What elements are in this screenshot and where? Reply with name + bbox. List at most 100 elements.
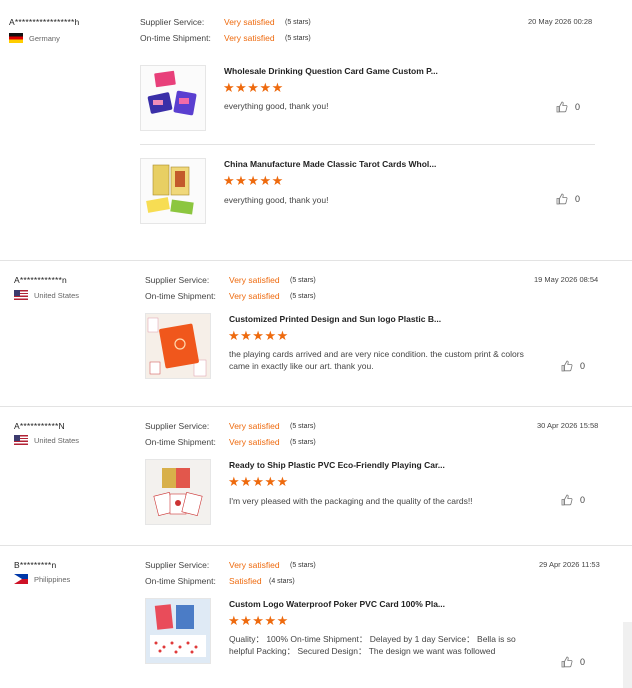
philippines-flag-icon: [14, 574, 28, 584]
review-comment: everything good, thank you!: [224, 195, 329, 205]
supplier-service-value: Very satisfied: [224, 17, 275, 27]
shipment-stars: (5 stars): [290, 438, 316, 446]
review-date: 20 May 2026 00:28: [528, 17, 593, 26]
review-comment: I'm very pleased with the packaging and …: [229, 496, 473, 506]
product-star-rating: ★★★★★: [228, 328, 289, 343]
review-comment: everything good, thank you!: [224, 101, 329, 111]
product-title[interactable]: China Manufacture Made Classic Tarot Car…: [224, 159, 436, 169]
buyer-name: B*********n: [14, 560, 57, 570]
buyer-country: Germany: [9, 33, 60, 43]
reviewed-product: Ready to Ship Plastic PVC Eco-Friendly P…: [145, 459, 605, 525]
like-count: 0: [580, 495, 586, 505]
like-count: 0: [575, 194, 581, 204]
product-star-rating: ★★★★★: [228, 474, 289, 489]
shipment-rating: On-time Shipment: Very satisfied (5 star…: [145, 437, 316, 447]
thumbs-up-icon: [561, 360, 573, 372]
like-count: 0: [580, 361, 586, 371]
reviewed-product: China Manufacture Made Classic Tarot Car…: [140, 158, 600, 224]
buyer-name: A*****************h: [9, 17, 80, 27]
supplier-service-rating: Supplier Service: Very satisfied (5 star…: [145, 421, 316, 431]
tarot-cards-image: [141, 159, 205, 223]
product-title[interactable]: Wholesale Drinking Question Card Game Cu…: [224, 66, 438, 76]
shipment-label: On-time Shipment:: [145, 291, 216, 301]
buyer-name: A***********N: [14, 421, 65, 431]
supplier-service-label: Supplier Service:: [145, 560, 210, 570]
product-star-rating: ★★★★★: [223, 173, 284, 188]
thumbs-up-icon: [556, 101, 568, 113]
supplier-service-stars: (5 stars): [290, 422, 316, 430]
review-date: 19 May 2026 08:54: [534, 275, 599, 284]
review-divider: [0, 406, 632, 407]
like-count: 0: [575, 102, 581, 112]
shipment-stars: (4 stars): [269, 577, 295, 585]
shipment-label: On-time Shipment:: [140, 33, 211, 43]
product-thumbnail[interactable]: [140, 65, 206, 131]
like-button[interactable]: 0: [561, 360, 585, 372]
buyer-name: A************n: [14, 275, 67, 285]
review-card: A************n United States Supplier Se…: [0, 260, 632, 406]
supplier-service-rating: Supplier Service: Very satisfied (5 star…: [145, 275, 316, 285]
product-title[interactable]: Ready to Ship Plastic PVC Eco-Friendly P…: [229, 460, 445, 470]
shipment-rating: On-time Shipment: Very satisfied (5 star…: [140, 33, 311, 43]
supplier-service-rating: Supplier Service: Very satisfied (5 star…: [140, 17, 311, 27]
thumbs-up-icon: [561, 656, 573, 668]
product-title[interactable]: Customized Printed Design and Sun logo P…: [229, 314, 441, 324]
scrollbar-track[interactable]: [623, 622, 632, 688]
supplier-service-label: Supplier Service:: [145, 275, 210, 285]
shipment-stars: (5 stars): [285, 34, 311, 42]
like-button[interactable]: 0: [561, 494, 585, 506]
product-thumbnail[interactable]: [145, 598, 211, 664]
supplier-service-stars: (5 stars): [285, 18, 311, 26]
thumbs-up-icon: [556, 193, 568, 205]
product-star-rating: ★★★★★: [223, 80, 284, 95]
shipment-label: On-time Shipment:: [145, 576, 216, 586]
review-card: A***********N United States Supplier Ser…: [0, 406, 632, 545]
reviewed-product: Customized Printed Design and Sun logo P…: [145, 313, 605, 379]
buyer-country: United States: [14, 290, 79, 300]
shipment-value: Satisfied: [229, 576, 262, 586]
review-card: A*****************h Germany Supplier Ser…: [0, 0, 632, 260]
country-label: United States: [34, 290, 80, 300]
germany-flag-icon: [9, 33, 23, 43]
reviewed-product: Wholesale Drinking Question Card Game Cu…: [140, 65, 600, 131]
product-star-rating: ★★★★★: [228, 613, 289, 628]
shipment-stars: (5 stars): [290, 292, 316, 300]
country-label: Philippines: [34, 574, 71, 584]
like-button[interactable]: 0: [556, 101, 580, 113]
product-title[interactable]: Custom Logo Waterproof Poker PVC Card 10…: [229, 599, 445, 609]
review-divider: [0, 545, 632, 546]
thumbs-up-icon: [561, 494, 573, 506]
like-count: 0: [580, 657, 586, 667]
review-comment: Quality： 100% On-time Shipment： Delayed …: [229, 634, 516, 656]
like-button[interactable]: 0: [556, 193, 580, 205]
supplier-service-rating: Supplier Service: Very satisfied (5 star…: [145, 560, 316, 570]
waterproof-poker-cards-image: [146, 599, 210, 663]
shipment-rating: On-time Shipment: Satisfied (4 stars): [145, 576, 295, 586]
review-divider: [0, 260, 632, 261]
product-thumbnail[interactable]: [140, 158, 206, 224]
product-divider: [140, 144, 595, 145]
buyer-country: United States: [14, 435, 79, 445]
shipment-value: Very satisfied: [229, 291, 280, 301]
product-thumbnail[interactable]: [145, 459, 211, 525]
supplier-service-label: Supplier Service:: [145, 421, 210, 431]
supplier-service-value: Very satisfied: [229, 275, 280, 285]
buyer-country: Philippines: [14, 574, 70, 584]
review-card: B*********n Philippines Supplier Service…: [0, 545, 632, 688]
supplier-service-value: Very satisfied: [229, 560, 280, 570]
country-label: Germany: [29, 33, 60, 43]
product-thumbnail[interactable]: [145, 313, 211, 379]
reviewed-product: Custom Logo Waterproof Poker PVC Card 10…: [145, 598, 605, 678]
shipment-value: Very satisfied: [224, 33, 275, 43]
united-states-flag-icon: [14, 435, 28, 445]
shipment-value: Very satisfied: [229, 437, 280, 447]
united-states-flag-icon: [14, 290, 28, 300]
supplier-service-stars: (5 stars): [290, 276, 316, 284]
supplier-service-stars: (5 stars): [290, 561, 316, 569]
like-button[interactable]: 0: [561, 656, 585, 668]
review-comment: the playing cards arrived and are very n…: [229, 349, 524, 371]
country-label: United States: [34, 435, 80, 445]
pvc-playing-cards-image: [146, 460, 210, 524]
drinking-card-game-image: [141, 66, 205, 130]
sun-logo-playing-cards-image: [146, 314, 210, 378]
